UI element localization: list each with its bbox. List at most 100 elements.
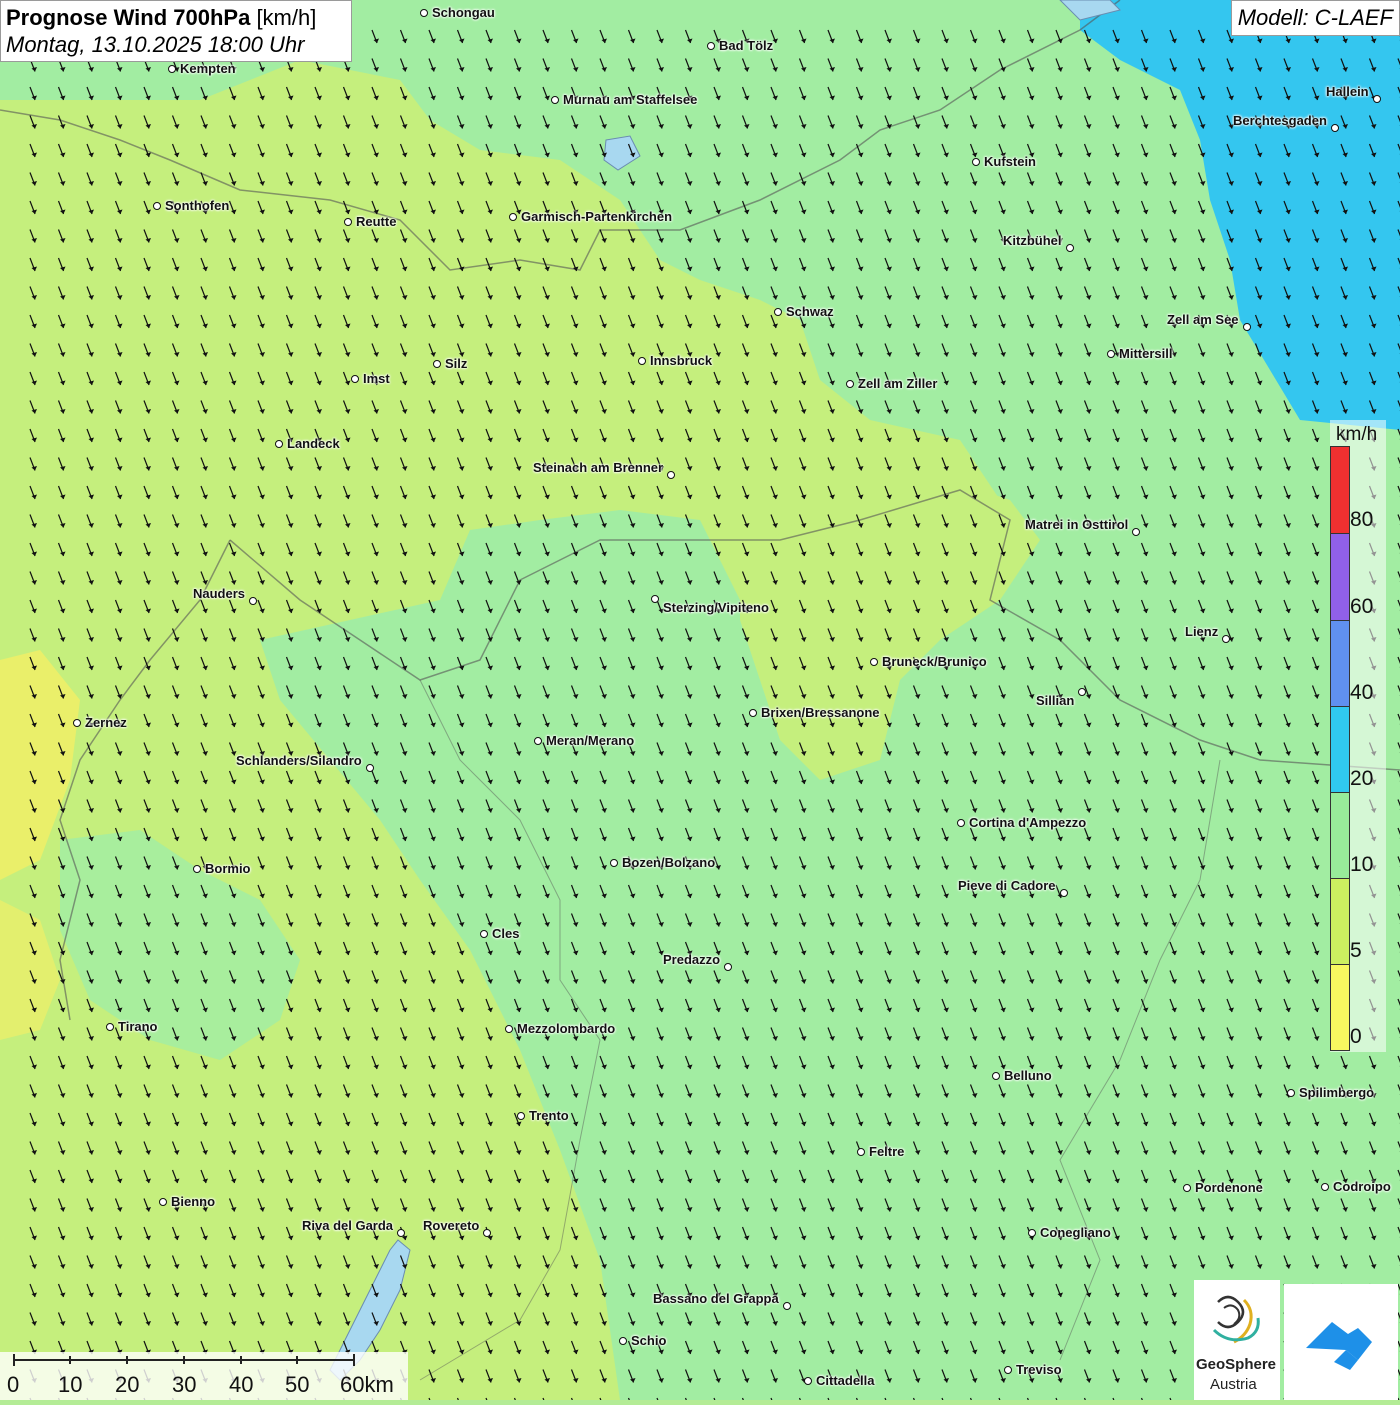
legend-label-40: 40 (1350, 681, 1374, 704)
city-marker (1243, 323, 1251, 331)
city-marker (193, 865, 201, 873)
legend-swatch-60-80 (1330, 533, 1350, 621)
city-marker (1183, 1184, 1191, 1192)
city-label: Nauders (193, 586, 246, 601)
city-marker (783, 1302, 791, 1310)
city-label: Bruneck/Brunico (882, 654, 987, 669)
partner-logo-icon (1306, 1322, 1372, 1370)
city-marker (846, 380, 854, 388)
city-label: Conegliano (1040, 1225, 1111, 1240)
scale-label-60km: 60km (340, 1372, 394, 1397)
city-label: Kitzbühel (1003, 233, 1062, 248)
city-marker (749, 709, 757, 717)
city-label: Garmisch-Partenkirchen (521, 209, 673, 224)
legend-label-20: 20 (1350, 767, 1374, 790)
city-label: Hallein (1326, 84, 1369, 99)
city-label: Schlanders/Silandro (236, 753, 362, 768)
city-label: Mittersill (1119, 346, 1173, 361)
scale-label-40: 40 (229, 1372, 254, 1397)
city-label: Cittadella (816, 1373, 875, 1388)
legend-label-80: 80 (1350, 508, 1374, 531)
city-marker (159, 1198, 167, 1206)
city-marker (420, 9, 428, 17)
city-marker (957, 819, 965, 827)
city-marker (106, 1023, 114, 1031)
city-label: Bozen/Bolzano (622, 855, 716, 870)
city-label: Predazzo (663, 952, 721, 967)
city-label: Steinach am Brenner (533, 460, 664, 475)
city-marker (1107, 350, 1115, 358)
city-marker (638, 357, 646, 365)
city-marker (509, 213, 517, 221)
map-subtitle: Montag, 13.10.2025 18:00 Uhr (6, 32, 305, 57)
city-marker (1222, 635, 1230, 643)
city-label: Innsbruck (650, 353, 713, 368)
city-label: Reutte (356, 214, 397, 229)
legend-swatch-10-20 (1330, 792, 1350, 879)
scale-label-10: 10 (58, 1372, 83, 1397)
city-marker (857, 1148, 865, 1156)
city-marker (724, 963, 732, 971)
map-title-unit: [km/h] (256, 5, 317, 30)
city-marker (1028, 1229, 1036, 1237)
city-label: Sillian (1036, 693, 1075, 708)
city-label: Zell am See (1167, 312, 1239, 327)
city-label: Mezzolombardo (517, 1021, 616, 1036)
city-label: Rovereto (423, 1218, 480, 1233)
city-label: Lienz (1185, 624, 1219, 639)
city-label: Trento (529, 1108, 569, 1123)
city-label: Schongau (432, 5, 495, 20)
city-label: Belluno (1004, 1068, 1052, 1083)
city-marker (249, 597, 257, 605)
city-marker (707, 42, 715, 50)
legend-swatch-5-10 (1330, 878, 1350, 965)
city-label: Sonthofen (165, 198, 230, 213)
legend-swatch-20-40 (1330, 706, 1350, 793)
city-marker (610, 859, 618, 867)
city-label: Riva del Garda (302, 1218, 394, 1233)
city-marker (1331, 124, 1339, 132)
city-marker (804, 1377, 812, 1385)
city-marker (505, 1025, 513, 1033)
city-marker (1287, 1089, 1295, 1097)
map-title-text: Prognose Wind 700hPa (6, 5, 251, 30)
title-box: Prognose Wind 700hPa [km/h] Montag, 13.1… (0, 0, 352, 62)
scale-label-50: 50 (285, 1372, 310, 1397)
city-marker (1078, 688, 1086, 696)
city-label: Landeck (287, 436, 340, 451)
city-marker (275, 440, 283, 448)
city-marker (73, 719, 81, 727)
city-marker (667, 471, 675, 479)
city-marker (1373, 95, 1381, 103)
legend-swatch-80-plus (1330, 446, 1350, 534)
city-marker (1060, 889, 1068, 897)
city-label: Kempten (180, 61, 236, 76)
city-marker (870, 658, 878, 666)
city-label: Cles (492, 926, 520, 941)
city-label: Bormio (205, 861, 251, 876)
legend-label-60: 60 (1350, 595, 1374, 618)
model-label: Modell: C-LAEF (1230, 0, 1400, 36)
city-marker (619, 1337, 627, 1345)
partner-logo (1284, 1284, 1398, 1400)
city-label: Imst (363, 371, 390, 386)
city-marker (168, 65, 176, 73)
geosphere-logo-text1: GeoSphere (1196, 1356, 1277, 1373)
geosphere-logo: GeoSphere Austria (1194, 1280, 1280, 1400)
city-marker (517, 1112, 525, 1120)
city-label: Tirano (118, 1019, 158, 1034)
city-label: Kufstein (984, 154, 1036, 169)
city-marker (774, 308, 782, 316)
city-label: Schio (631, 1333, 667, 1348)
city-label: Meran/Merano (546, 733, 635, 748)
city-label: Pordenone (1195, 1180, 1263, 1195)
city-label: Brixen/Bressanone (761, 705, 880, 720)
city-label: Feltre (869, 1144, 905, 1159)
city-marker (1066, 244, 1074, 252)
legend-swatch-0-5 (1330, 964, 1350, 1051)
city-marker (1004, 1366, 1012, 1374)
scale-label-20: 20 (115, 1372, 140, 1397)
city-marker (651, 595, 659, 603)
city-marker (551, 96, 559, 104)
city-marker (483, 1229, 491, 1237)
